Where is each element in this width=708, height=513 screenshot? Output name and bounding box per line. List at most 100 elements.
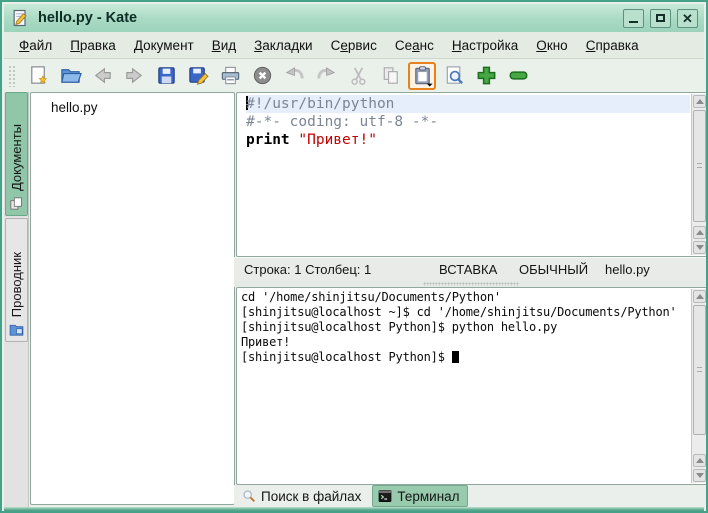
tab-terminal-label: Терминал [397, 489, 459, 504]
close-icon: ✕ [682, 12, 693, 25]
terminal-panel[interactable]: cd '/home/shinjitsu/Documents/Python'[sh… [236, 287, 708, 485]
tab-search-label: Поиск в файлах [261, 489, 361, 504]
paste-button[interactable] [408, 62, 436, 90]
scroll-down-button[interactable] [693, 241, 706, 254]
decrease-font-button[interactable] [504, 62, 532, 90]
undo-icon [283, 64, 306, 87]
scroll-up-button-2[interactable] [693, 226, 706, 239]
search-in-files-icon [241, 488, 257, 504]
toolbar [4, 59, 704, 92]
save-as-button[interactable] [184, 62, 212, 90]
terminal-line: [shinjitsu@localhost ~]$ cd '/home/shinj… [241, 305, 690, 320]
scroll-down-button[interactable] [693, 469, 706, 482]
increase-font-icon [475, 64, 498, 87]
close-document-icon [251, 64, 274, 87]
undo-button[interactable] [280, 62, 308, 90]
sidebar-tab-filesystem-label: Проводник [9, 252, 24, 317]
find-icon [443, 64, 466, 87]
maximize-button[interactable] [650, 9, 671, 28]
arrow-up-icon [696, 294, 704, 299]
save-button[interactable] [152, 62, 180, 90]
menu-item-сеанс[interactable]: Сеанс [386, 35, 443, 56]
menu-item-окно[interactable]: Окно [527, 35, 576, 56]
filesystem-browser-icon [8, 321, 25, 338]
redo-icon [315, 64, 338, 87]
redo-button[interactable] [312, 62, 340, 90]
thumb-grip [697, 163, 702, 168]
code-line[interactable]: #-*- coding: utf-8 -*- [246, 113, 690, 131]
documents-icon [8, 195, 25, 212]
terminal-scrollbar[interactable] [691, 289, 706, 483]
arrow-up-icon [696, 458, 704, 463]
arrow-up-icon [696, 230, 704, 235]
code-line[interactable]: #!/usr/bin/python [246, 95, 690, 113]
arrow-up-icon [696, 99, 704, 104]
close-button[interactable]: ✕ [677, 9, 698, 28]
menu-item-справка[interactable]: Справка [577, 35, 648, 56]
sidebar-tab-documents[interactable]: Документы [5, 92, 28, 216]
toolbar-drag-handle[interactable] [8, 65, 16, 87]
editor-statusbar: Строка: 1 Столбец: 1 ВСТАВКА ОБЫЧНЫЙ hel… [234, 257, 708, 281]
code-line[interactable]: print "Привет!" [246, 131, 690, 149]
scrollbar-thumb[interactable] [693, 110, 706, 222]
scroll-up-button[interactable] [693, 290, 706, 303]
titlebar[interactable]: hello.py - Kate ✕ [4, 4, 704, 32]
splitter-grip [423, 282, 519, 286]
menubar: ФайлПравкаДокументВидЗакладкиСервисСеанс… [4, 32, 704, 59]
menu-item-закладки[interactable]: Закладки [245, 35, 321, 56]
menu-item-настройка[interactable]: Настройка [443, 35, 527, 56]
menu-item-документ[interactable]: Документ [125, 35, 203, 56]
terminal-icon [377, 488, 393, 504]
new-document-icon [27, 64, 50, 87]
insert-mode-indicator: ВСТАВКА [439, 262, 497, 277]
statusbar-filename: hello.py [605, 262, 650, 277]
kate-window: hello.py - Kate ✕ ФайлПравкаДокументВидЗ… [0, 0, 708, 513]
cut-icon [347, 64, 370, 87]
edit-mode-indicator: ОБЫЧНЫЙ [519, 262, 588, 277]
forward-button[interactable] [120, 62, 148, 90]
decrease-font-icon [507, 64, 530, 87]
sidebar-tab-filesystem[interactable]: Проводник [5, 218, 28, 342]
terminal-line: [shinjitsu@localhost Python]$ [241, 350, 690, 365]
tab-search-in-files[interactable]: Поиск в файлах [237, 486, 368, 506]
cut-button[interactable] [344, 62, 372, 90]
arrow-down-icon [696, 473, 704, 478]
back-icon [91, 64, 114, 87]
window-title: hello.py - Kate [38, 10, 137, 26]
copy-button[interactable] [376, 62, 404, 90]
new-document-button[interactable] [24, 62, 52, 90]
find-button[interactable] [440, 62, 468, 90]
print-button[interactable] [216, 62, 244, 90]
thumb-grip [697, 367, 702, 372]
document-list-item[interactable]: hello.py [31, 93, 234, 115]
terminal-line: [shinjitsu@localhost Python]$ python hel… [241, 320, 690, 335]
editor-scrollbar[interactable] [691, 94, 706, 255]
minimize-button[interactable] [623, 9, 644, 28]
save-as-icon [187, 64, 210, 87]
terminal-output: cd '/home/shinjitsu/Documents/Python'[sh… [241, 290, 690, 365]
sidebar-tab-documents-label: Документы [9, 124, 24, 191]
scroll-up-button-2[interactable] [693, 454, 706, 467]
menu-item-сервис[interactable]: Сервис [322, 35, 386, 56]
copy-icon [379, 64, 402, 87]
open-folder-button[interactable] [56, 62, 84, 90]
increase-font-button[interactable] [472, 62, 500, 90]
terminal-line: Привет! [241, 335, 690, 350]
documents-list-panel: hello.py [30, 92, 235, 505]
close-document-button[interactable] [248, 62, 276, 90]
print-icon [219, 64, 242, 87]
scrollbar-thumb[interactable] [693, 305, 706, 435]
scroll-up-button[interactable] [693, 95, 706, 108]
terminal-line: cd '/home/shinjitsu/Documents/Python' [241, 290, 690, 305]
tab-terminal[interactable]: Терминал [372, 485, 467, 507]
cursor-position: Строка: 1 Столбец: 1 [244, 262, 371, 277]
menu-item-вид[interactable]: Вид [203, 35, 245, 56]
code-lines: #!/usr/bin/python#-*- coding: utf-8 -*-p… [246, 95, 690, 149]
save-icon [155, 64, 178, 87]
main-area: Документы Проводник hello.py # [4, 92, 704, 507]
maximize-icon [656, 14, 665, 22]
menu-item-файл[interactable]: Файл [10, 35, 61, 56]
text-editor[interactable]: #!/usr/bin/python#-*- coding: utf-8 -*-p… [236, 92, 708, 257]
back-button[interactable] [88, 62, 116, 90]
menu-item-правка[interactable]: Правка [61, 35, 125, 56]
